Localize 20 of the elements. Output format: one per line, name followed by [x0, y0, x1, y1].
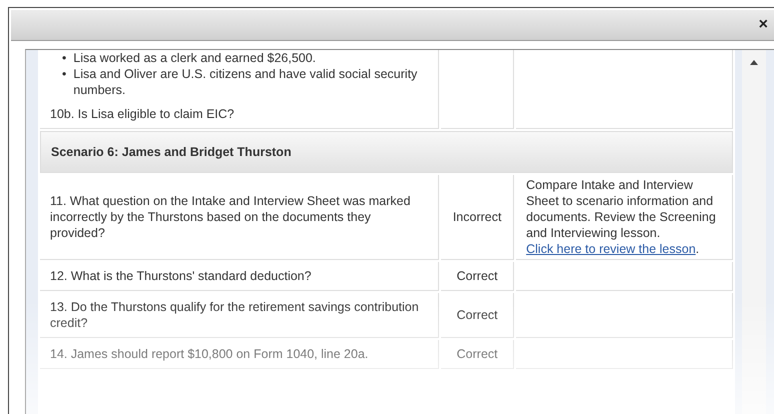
question-text: 10b. Is Lisa eligible to claim EIC?	[50, 107, 234, 121]
review-lesson-link[interactable]: Click here to review the lesson	[526, 242, 696, 256]
question-text: 11. What question on the Intake and Interview Sheet was marked incorrectly by the Thurstons based on the documents they provided?	[50, 194, 410, 240]
result-cell: Correct	[441, 340, 514, 369]
question-text: 14. James should report $10,800 on Form 1040, line 20a.	[50, 347, 368, 361]
bullet-mark: •	[62, 66, 66, 83]
feedback-text: Compare Intake and Interview Sheet to scenario information and documents. Review the Screening and Interviewing lesson.	[526, 178, 716, 240]
result-cell: Correct	[441, 262, 514, 291]
bullet-text: Lisa worked as a clerk and earned $26,500.	[73, 50, 316, 66]
result-cell: Incorrect	[441, 175, 514, 260]
period-text: .	[696, 242, 700, 256]
bullet-text: Lisa and Oliver are U.S. citizens and have valid social security numbers.	[73, 66, 418, 98]
result-cell: Correct	[441, 293, 514, 338]
scrollbar[interactable]	[742, 50, 766, 414]
bullet-mark: •	[62, 50, 66, 66]
question-text: 12. What is the Thurstons' standard deduction?	[50, 269, 312, 283]
close-button[interactable]: ×	[756, 16, 770, 34]
scenario-heading: Scenario 6: James and Bridget Thurston	[40, 131, 733, 173]
question-text: 13. Do the Thurstons qualify for the retirement savings contribution credit?	[50, 300, 419, 330]
scroll-up-icon[interactable]	[750, 60, 758, 65]
